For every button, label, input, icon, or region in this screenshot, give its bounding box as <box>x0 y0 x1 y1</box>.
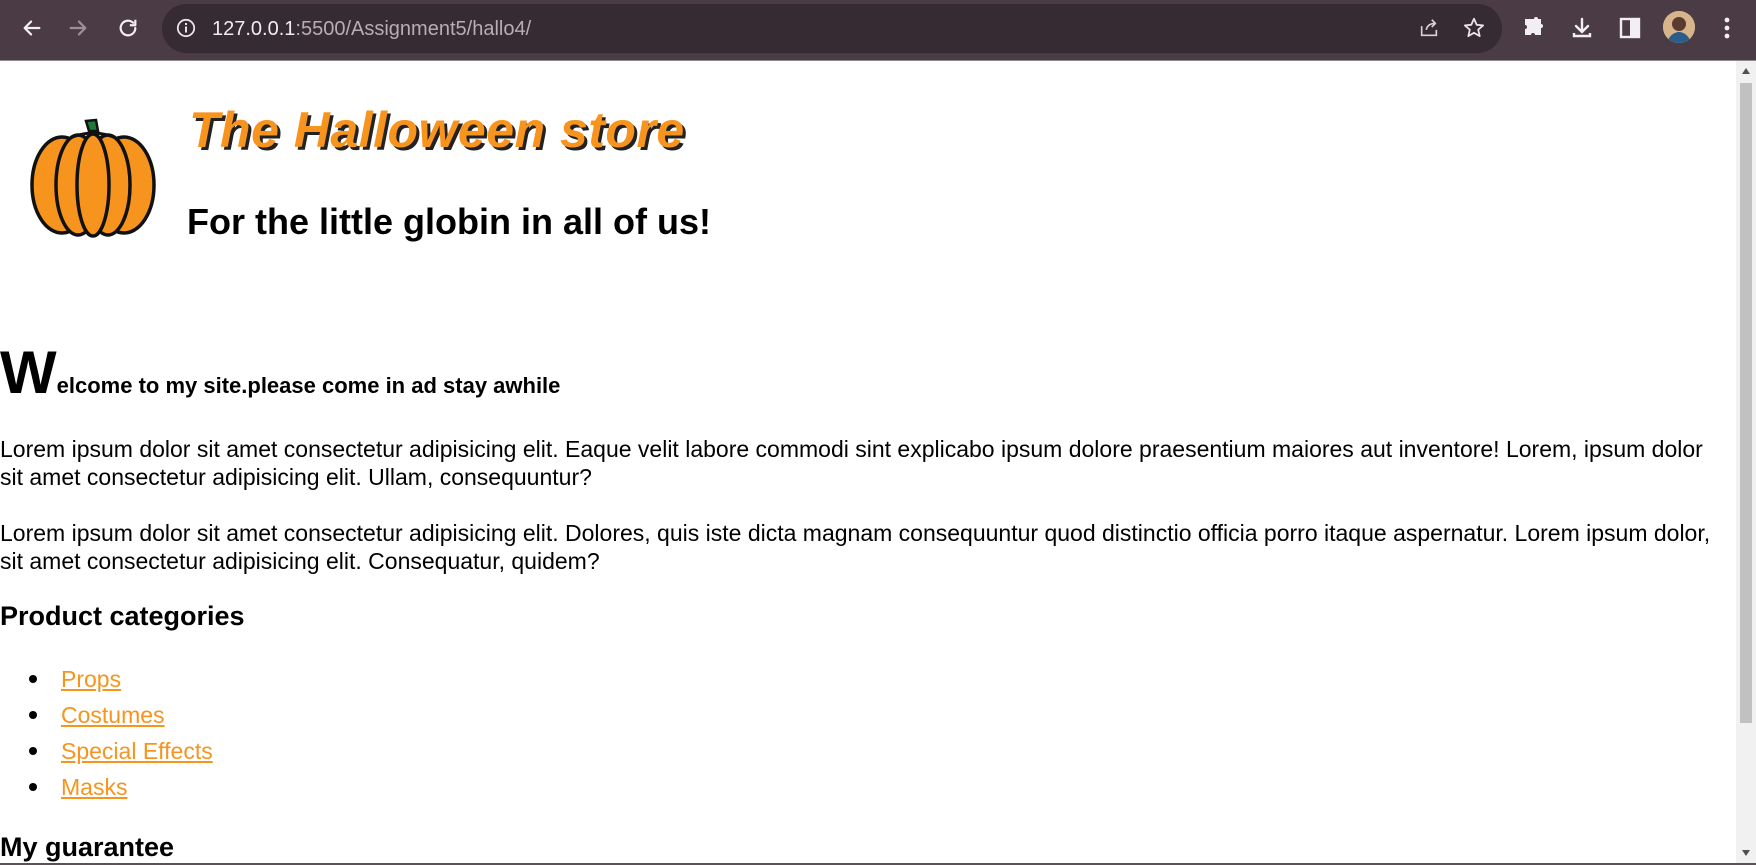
url-text[interactable]: 127.0.0.1:5500/Assignment5/hallo4/ <box>212 18 531 41</box>
url-host: 127.0.0.1 <box>212 18 296 40</box>
scroll-down-arrow-icon[interactable] <box>1741 849 1751 857</box>
pumpkin-logo-icon <box>30 118 156 238</box>
downloads-button[interactable] <box>1562 8 1602 48</box>
more-vertical-icon <box>1724 17 1730 39</box>
bookmark-star-icon[interactable] <box>1462 16 1486 40</box>
puzzle-piece-icon <box>1525 17 1543 35</box>
bullet-icon <box>29 747 37 755</box>
profile-avatar[interactable] <box>1663 11 1695 43</box>
list-item: Masks <box>0 769 213 805</box>
forward-arrow-icon <box>69 20 87 36</box>
side-panel-icon <box>1619 17 1641 39</box>
scrollbar-thumb[interactable] <box>1740 83 1752 723</box>
share-icon[interactable] <box>1418 17 1440 39</box>
side-panel-button[interactable] <box>1610 8 1650 48</box>
bullet-icon <box>29 783 37 791</box>
list-item: Props <box>0 661 213 697</box>
category-link-costumes[interactable]: Costumes <box>61 702 165 728</box>
reload-icon <box>119 19 137 37</box>
scroll-up-arrow-icon[interactable] <box>1741 67 1751 75</box>
bullet-icon <box>29 675 37 683</box>
category-link-special-effects[interactable]: Special Effects <box>61 738 213 764</box>
list-item: Special Effects <box>0 733 213 769</box>
reload-button[interactable] <box>108 8 148 48</box>
forward-button[interactable] <box>58 8 98 48</box>
url-path: :5500/Assignment5/hallo4/ <box>295 18 532 40</box>
welcome-text: elcome to my site.please come in ad stay… <box>56 373 561 398</box>
intro-paragraph-1: Lorem ipsum dolor sit amet consectetur a… <box>0 436 1703 490</box>
welcome-heading: Welcome to my site.please come in ad sta… <box>0 343 560 403</box>
welcome-drop-cap: W <box>0 339 57 406</box>
page-viewport: The Halloween store For the little globi… <box>0 61 1736 863</box>
vertical-scrollbar[interactable] <box>1736 61 1756 863</box>
browser-menu-button[interactable] <box>1707 8 1747 48</box>
browser-toolbar: 127.0.0.1:5500/Assignment5/hallo4/ <box>0 0 1756 60</box>
list-item: Costumes <box>0 697 213 733</box>
address-bar[interactable]: 127.0.0.1:5500/Assignment5/hallo4/ <box>162 4 1502 53</box>
back-button[interactable] <box>12 8 52 48</box>
store-title: The Halloween store <box>189 102 685 158</box>
bullet-icon <box>29 711 37 719</box>
download-icon <box>1572 17 1592 38</box>
category-link-props[interactable]: Props <box>61 666 121 692</box>
product-categories-heading: Product categories <box>0 601 245 631</box>
intro-paragraph-2: Lorem ipsum dolor sit amet consectetur a… <box>0 520 1711 574</box>
category-link-masks[interactable]: Masks <box>61 774 127 800</box>
guarantee-heading: My guarantee <box>0 832 175 862</box>
extensions-button[interactable] <box>1514 8 1554 48</box>
info-icon[interactable] <box>176 18 196 38</box>
store-tagline: For the little globin in all of us! <box>187 201 711 242</box>
back-arrow-icon <box>23 20 41 36</box>
profile-picture-icon <box>1663 11 1695 43</box>
product-categories-list: Props Costumes Special Effects Masks <box>0 661 213 805</box>
